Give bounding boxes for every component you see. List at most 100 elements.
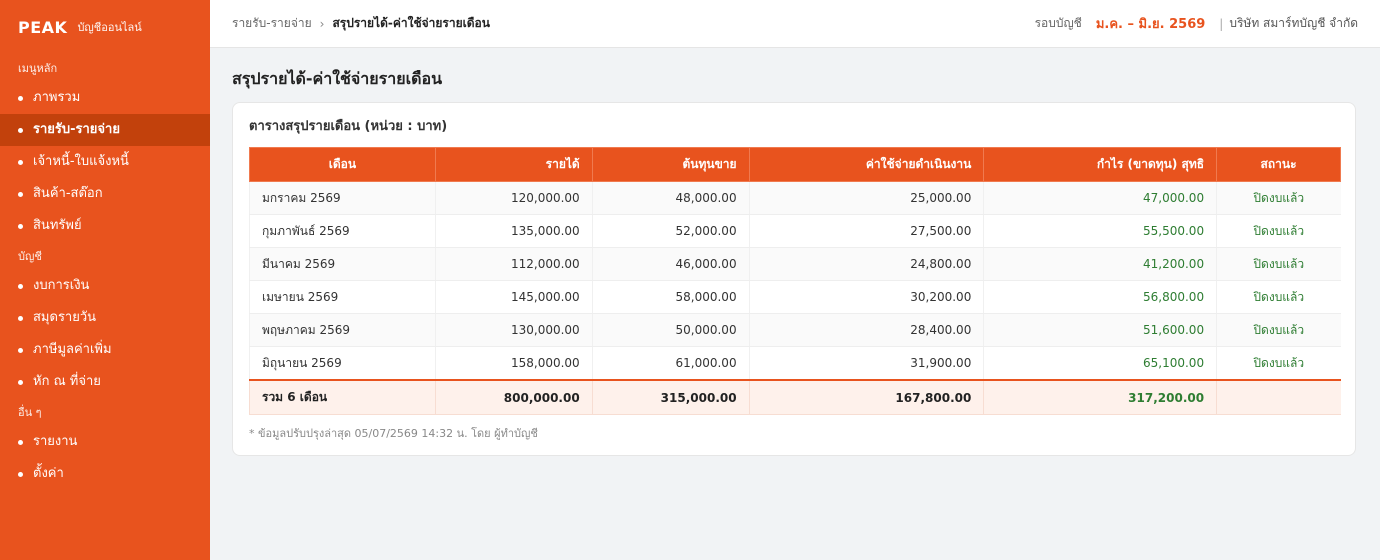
sidebar-item-label: สินค้า-สต๊อก [33, 186, 103, 201]
bullet-icon [18, 95, 23, 101]
card-title: ตารางสรุปรายเดือน (หน่วย : บาท) [249, 119, 448, 134]
sidebar-item-2-1[interactable]: ตั้งค่า [0, 458, 210, 490]
sidebar-item-label: งบการเงิน [33, 278, 90, 293]
cell-status[interactable]: ปิดงบแล้ว [1216, 247, 1341, 281]
cell-revenue: 120,000.00 [434, 181, 593, 215]
cell-net-profit: 47,000.00 [983, 181, 1217, 215]
sidebar-section-label: บัญชี [18, 250, 42, 263]
bullet-icon [18, 439, 23, 445]
sidebar-nav: เมนูหลัก ภาพรวม รายรับ-รายจ่าย เจ้าหนี้-ใบแ… [0, 54, 210, 490]
cell-month: พฤษภาคม 2569 [249, 313, 436, 347]
breadcrumb-separator-icon: › [319, 16, 325, 31]
total-net-profit: 317,200.00 [983, 379, 1217, 415]
sidebar-item-1-1[interactable]: สมุดรายวัน [0, 302, 210, 334]
table-row[interactable]: มีนาคม 2569 112,000.00 46,000.00 24,800.00 4… [249, 247, 1341, 281]
cell-revenue: 135,000.00 [434, 214, 593, 248]
cell-net-profit: 51,600.00 [983, 313, 1217, 347]
cell-status[interactable]: ปิดงบแล้ว [1216, 214, 1341, 248]
cell-cogs: 61,000.00 [591, 346, 750, 381]
sidebar-item-1-0[interactable]: งบการเงิน [0, 270, 210, 302]
footnote: * ข้อมูลปรับปรุงล่าสุด 05/07/2569 14:32 … [249, 427, 538, 440]
sidebar-item-0-0[interactable]: ภาพรวม [0, 82, 210, 114]
table-row[interactable]: กุมภาพันธ์ 2569 135,000.00 52,000.00 27,500… [249, 214, 1341, 248]
header-revenue[interactable]: รายได้ [434, 147, 593, 182]
cell-status[interactable]: ปิดงบแล้ว [1216, 346, 1341, 381]
header-operating-expense[interactable]: ค่าใช้จ่ายดำเนินงาน [748, 147, 985, 182]
cell-month: เมษายน 2569 [249, 280, 436, 314]
sidebar-item-label: รายรับ-รายจ่าย [33, 122, 120, 137]
breadcrumb-current: สรุปรายได้-ค่าใช้จ่ายรายเดือน [332, 16, 490, 30]
main-area: รายรับ-รายจ่าย › สรุปรายได้-ค่าใช้จ่ายรา… [210, 0, 1380, 560]
sidebar-section-label: อื่น ๆ [18, 406, 42, 419]
sidebar-item-2-0[interactable]: รายงาน [0, 426, 210, 458]
brand[interactable]: PEAK บัญชีออนไลน์ [0, 0, 210, 54]
header-status[interactable]: สถานะ [1216, 147, 1341, 182]
page-title: สรุปรายได้-ค่าใช้จ่ายรายเดือน [232, 69, 442, 88]
header-month[interactable]: เดือน [249, 147, 436, 182]
company-name[interactable]: บริษัท สมาร์ทบัญชี จำกัด [1229, 14, 1358, 33]
period-label: รอบบัญชี [1034, 16, 1082, 30]
bullet-icon [18, 471, 23, 477]
sidebar-item-0-4[interactable]: สินทรัพย์ [0, 210, 210, 242]
bullet-icon [18, 283, 23, 289]
total-operating-expense: 167,800.00 [748, 379, 984, 415]
cell-month: มิถุนายน 2569 [249, 346, 436, 381]
cell-net-profit: 65,100.00 [983, 346, 1217, 381]
sidebar-item-0-1[interactable]: รายรับ-รายจ่าย [0, 114, 210, 146]
header-cogs[interactable]: ต้นทุนขาย [591, 147, 750, 182]
header-net-profit[interactable]: กำไร (ขาดทุน) สุทธิ [983, 147, 1218, 182]
breadcrumb-parent-link[interactable]: รายรับ-รายจ่าย [232, 14, 312, 33]
cell-month: มีนาคม 2569 [249, 247, 436, 281]
sidebar-item-label: ภาษีมูลค่าเพิ่ม [33, 342, 112, 357]
cell-operating-expense: 24,800.00 [748, 247, 984, 281]
bullet-icon [18, 347, 23, 353]
sidebar-item-label: ภาพรวม [33, 90, 81, 105]
table-row[interactable]: พฤษภาคม 2569 130,000.00 50,000.00 28,400.00… [249, 313, 1341, 347]
cell-month: กุมภาพันธ์ 2569 [249, 214, 436, 248]
sidebar-item-1-3[interactable]: หัก ณ ที่จ่าย [0, 366, 210, 398]
breadcrumb: รายรับ-รายจ่าย › สรุปรายได้-ค่าใช้จ่ายรา… [232, 14, 1035, 33]
monthly-summary-table: เดือน รายได้ ต้นทุนขาย ค่าใช้จ่ายดำเนินง… [249, 147, 1341, 415]
sidebar-item-label: ตั้งค่า [33, 466, 64, 481]
total-status [1216, 379, 1341, 415]
cell-status[interactable]: ปิดงบแล้ว [1216, 280, 1341, 314]
table-row[interactable]: เมษายน 2569 145,000.00 58,000.00 30,200.00 5… [249, 280, 1341, 314]
sidebar-item-label: เจ้าหนี้-ใบแจ้งหนี้ [33, 154, 129, 169]
period-selector[interactable]: ม.ค. – มิ.ย. 2569 [1096, 13, 1205, 34]
bullet-icon [18, 379, 23, 385]
table-body: มกราคม 2569 120,000.00 48,000.00 25,000.00 4… [249, 181, 1341, 381]
bullet-icon [18, 191, 23, 197]
summary-card: ตารางสรุปรายเดือน (หน่วย : บาท) เดือน รา… [232, 102, 1356, 456]
cell-net-profit: 41,200.00 [983, 247, 1217, 281]
sidebar-item-label: รายงาน [33, 434, 78, 449]
table-total-row: รวม 6 เดือน 800,000.00 315,000.00 167,80… [249, 379, 1341, 415]
brand-logo: PEAK [18, 17, 68, 37]
bullet-icon [18, 127, 23, 133]
bullet-icon [18, 223, 23, 229]
content: สรุปรายได้-ค่าใช้จ่ายรายเดือน ตารางสรุปร… [210, 48, 1380, 456]
sidebar-item-1-2[interactable]: ภาษีมูลค่าเพิ่ม [0, 334, 210, 366]
table-row[interactable]: มิถุนายน 2569 158,000.00 61,000.00 31,900.0… [249, 346, 1341, 381]
cell-status[interactable]: ปิดงบแล้ว [1216, 313, 1341, 347]
cell-revenue: 158,000.00 [434, 346, 593, 381]
cell-net-profit: 55,500.00 [983, 214, 1217, 248]
cell-operating-expense: 30,200.00 [748, 280, 984, 314]
sidebar-item-label: สินทรัพย์ [33, 218, 82, 233]
topbar: รายรับ-รายจ่าย › สรุปรายได้-ค่าใช้จ่ายรา… [210, 0, 1380, 48]
cell-status[interactable]: ปิดงบแล้ว [1216, 181, 1341, 215]
total-cogs: 315,000.00 [591, 379, 750, 415]
cell-revenue: 112,000.00 [434, 247, 593, 281]
cell-operating-expense: 27,500.00 [748, 214, 984, 248]
sidebar-item-0-2[interactable]: เจ้าหนี้-ใบแจ้งหนี้ [0, 146, 210, 178]
brand-subtitle: บัญชีออนไลน์ [77, 21, 142, 34]
cell-operating-expense: 31,900.00 [748, 346, 984, 381]
total-label: รวม 6 เดือน [249, 379, 436, 415]
bullet-icon [18, 159, 23, 165]
table-header-row: เดือน รายได้ ต้นทุนขาย ค่าใช้จ่ายดำเนินง… [249, 147, 1341, 182]
table-row[interactable]: มกราคม 2569 120,000.00 48,000.00 25,000.00 4… [249, 181, 1341, 215]
sidebar-item-0-3[interactable]: สินค้า-สต๊อก [0, 178, 210, 210]
sidebar-item-label: สมุดรายวัน [33, 310, 97, 325]
cell-net-profit: 56,800.00 [983, 280, 1217, 314]
cell-cogs: 46,000.00 [591, 247, 750, 281]
company-divider: | [1219, 16, 1224, 31]
